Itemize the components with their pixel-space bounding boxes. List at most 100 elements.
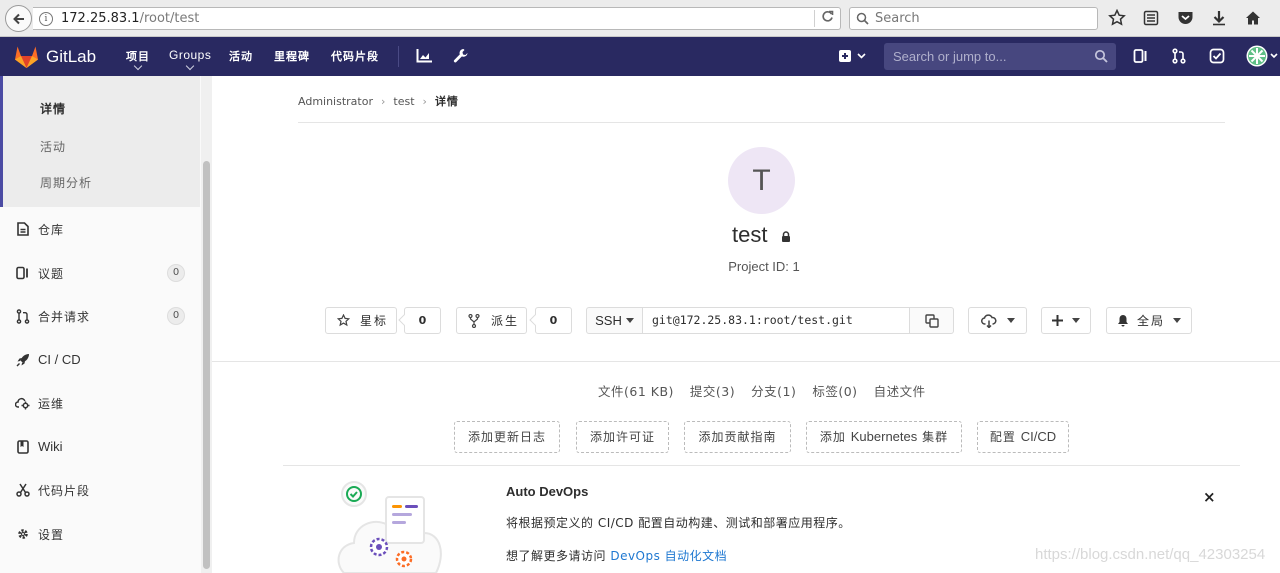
chevron-down-icon [1072, 318, 1080, 323]
chevron-down-icon [625, 318, 634, 323]
fork-count[interactable]: 0 [529, 307, 572, 334]
sidebar-item-label: 设置 [38, 528, 65, 542]
nav-groups[interactable]: Groups [169, 48, 211, 71]
header-divider [398, 46, 399, 67]
star-label: 星标 [360, 314, 389, 328]
sidebar-item-operations[interactable]: 运维 [0, 385, 200, 421]
info-icon[interactable]: i [39, 11, 53, 26]
star-button[interactable]: 星标 [325, 307, 397, 334]
copy-url-button[interactable] [909, 307, 954, 334]
project-title: test [732, 222, 768, 247]
clone-protocol-dropdown[interactable]: SSH [586, 307, 643, 334]
avatar [1246, 45, 1278, 67]
sidebar-item-merge-requests[interactable]: 合并请求 0 [0, 298, 200, 334]
breadcrumb-admin[interactable]: Administrator [298, 95, 373, 108]
merge-request-header-icon[interactable] [1170, 47, 1188, 65]
add-kubernetes-button[interactable]: 添加 Kubernetes 集群 [806, 421, 962, 453]
stat-files[interactable]: 文件(61 KB) [598, 381, 674, 400]
sidebar-item-wiki[interactable]: Wiki [0, 429, 200, 465]
breadcrumb-current[interactable]: 详情 [435, 93, 459, 109]
close-icon[interactable]: × [1203, 488, 1216, 506]
add-changelog-button[interactable]: 添加更新日志 [454, 421, 560, 453]
sidebar-scrollbar[interactable] [201, 76, 212, 573]
sidebar-item-snippets[interactable]: 代码片段 [0, 472, 200, 508]
nav-projects[interactable]: 项目 [126, 48, 150, 71]
auto-devops-illustration [337, 481, 442, 573]
gitlab-logo[interactable]: GitLab [14, 45, 96, 69]
overview-submenu: 详情 活动 周期分析 [0, 76, 200, 207]
chevron-down-icon [1173, 318, 1181, 323]
breadcrumb-project[interactable]: test [393, 95, 414, 108]
url-bar[interactable]: i 172.25.83.1/root/test [33, 7, 841, 30]
pocket-icon[interactable] [1176, 8, 1194, 28]
stat-branches[interactable]: 分支(1) [751, 381, 796, 400]
sidebar-item-ci-cd[interactable]: CI / CD [0, 342, 200, 378]
scissors-icon [15, 482, 30, 498]
breadcrumb: Administrator › test › 详情 [298, 93, 459, 109]
sidebar-item-label: CI / CD [38, 352, 81, 367]
watermark: https://blog.csdn.net/qq_42303254 [1035, 546, 1266, 563]
url-divider [814, 10, 815, 27]
issues-header-icon[interactable] [1132, 47, 1150, 65]
fork-label: 派生 [491, 314, 520, 328]
stat-commits[interactable]: 提交(3) [690, 381, 735, 400]
sidebar-item-details[interactable]: 详情 [40, 100, 66, 117]
stat-readme[interactable]: 自述文件 [874, 381, 926, 400]
plus-square-icon [839, 50, 866, 62]
url-text: 172.25.83.1/root/test [61, 11, 200, 26]
gitlab-brand-text: GitLab [46, 47, 97, 66]
search-placeholder: Search [875, 11, 920, 26]
add-contributing-button[interactable]: 添加贡献指南 [684, 421, 791, 453]
nav-activity[interactable]: 活动 [229, 48, 253, 64]
bell-icon [1117, 315, 1128, 327]
rocket-icon [15, 352, 30, 368]
back-button[interactable] [5, 5, 32, 32]
reading-list-icon[interactable] [1142, 8, 1160, 28]
home-icon[interactable] [1244, 8, 1262, 28]
gitlab-search-input[interactable]: Search or jump to... [884, 43, 1116, 70]
project-sidebar: 详情 活动 周期分析 仓库 议题 0 合并请求 0 CI / CD 运维 Wik… [0, 76, 212, 573]
project-id: Project ID: 1 [728, 259, 800, 274]
download-button[interactable] [968, 307, 1027, 334]
todo-check-icon[interactable] [1208, 47, 1226, 65]
breadcrumb-separator: › [422, 94, 427, 108]
download-icon[interactable] [1210, 8, 1228, 28]
sidebar-item-settings[interactable]: 设置 [0, 516, 200, 552]
setup-ci-cd-button[interactable]: 配置 CI/CD [977, 421, 1069, 453]
plus-icon [1052, 315, 1063, 326]
sidebar-item-activity[interactable]: 活动 [40, 138, 66, 155]
reload-icon[interactable] [821, 10, 834, 27]
merge-request-icon [15, 308, 30, 324]
gitlab-tanuki-icon [15, 46, 38, 68]
book-icon [15, 439, 30, 455]
devops-docs-link[interactable]: DevOps 自动化文档 [610, 549, 727, 563]
sidebar-item-label: Wiki [38, 439, 63, 454]
clone-url-input[interactable]: git@172.25.83.1:root/test.git [643, 307, 909, 334]
sidebar-item-cycle-analytics[interactable]: 周期分析 [40, 174, 92, 191]
nav-snippets[interactable]: 代码片段 [331, 48, 379, 64]
sidebar-item-repository[interactable]: 仓库 [0, 211, 200, 247]
user-avatar-dropdown[interactable] [1246, 45, 1278, 67]
project-avatar: T [728, 147, 795, 214]
new-item-dropdown[interactable] [838, 47, 868, 65]
devops-banner-description: 将根据预定义的 CI/CD 配置自动构建、测试和部署应用程序。 [506, 516, 851, 530]
browser-search-input[interactable]: Search [849, 7, 1098, 30]
bookmark-star-icon[interactable] [1108, 8, 1126, 28]
notification-dropdown[interactable]: 全局 [1106, 307, 1192, 334]
nav-milestones[interactable]: 里程碑 [274, 48, 310, 64]
sidebar-scrollbar-thumb[interactable] [203, 161, 210, 569]
add-license-button[interactable]: 添加许可证 [576, 421, 669, 453]
chart-icon[interactable] [415, 47, 433, 65]
gear-icon [15, 526, 30, 542]
gitlab-header: GitLab 项目 Groups 活动 里程碑 代码片段 Search or j… [0, 37, 1280, 76]
stat-tags[interactable]: 标签(0) [812, 381, 857, 400]
gitlab-search-placeholder: Search or jump to... [893, 49, 1007, 64]
add-new-dropdown[interactable] [1041, 307, 1091, 334]
fork-icon [468, 313, 480, 328]
fork-button[interactable]: 派生 [456, 307, 527, 334]
breadcrumb-separator: › [381, 94, 386, 108]
wrench-icon[interactable] [452, 47, 470, 65]
search-icon [1094, 49, 1108, 63]
star-count[interactable]: 0 [398, 307, 441, 334]
merge-requests-count-badge: 0 [167, 307, 185, 325]
